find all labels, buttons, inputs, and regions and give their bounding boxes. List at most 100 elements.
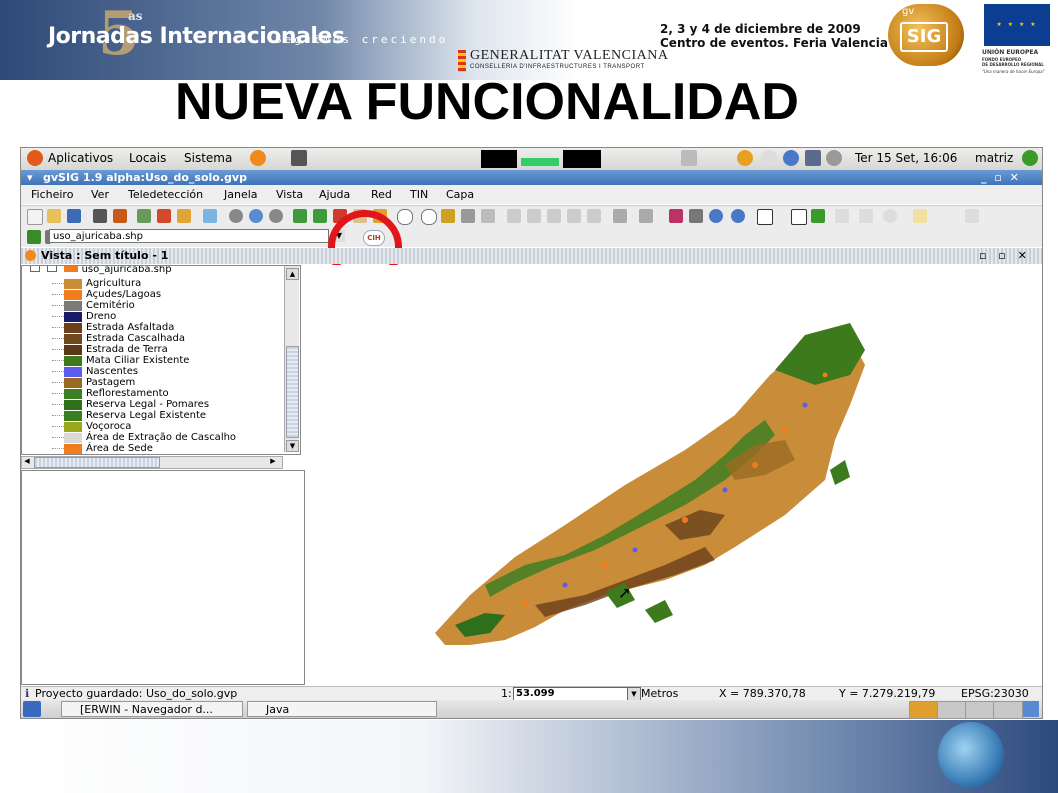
legend-item[interactable]: Área de Sede xyxy=(64,443,153,454)
select-polygon-icon[interactable] xyxy=(547,209,561,223)
window-menu-icon[interactable]: ▾ xyxy=(27,171,33,184)
task-browser[interactable]: [ERWIN - Navegador d... xyxy=(61,701,243,717)
expand-icon[interactable] xyxy=(30,266,40,272)
menu-teledeteccion[interactable]: Teledetección xyxy=(128,188,203,201)
view-frame-titlebar[interactable]: Vista : Sem título - 1 ▫ ▫ ✕ xyxy=(21,248,1042,264)
volume-icon[interactable] xyxy=(826,150,842,166)
legend-item[interactable]: Estrada Asfaltada xyxy=(64,322,174,333)
remove-layer-icon[interactable] xyxy=(157,209,171,223)
open-folder-icon[interactable] xyxy=(47,209,61,223)
trash-icon[interactable] xyxy=(1023,701,1039,717)
pan-hand-icon[interactable] xyxy=(397,209,413,225)
screenshot-icon[interactable] xyxy=(681,150,697,166)
menu-capa[interactable]: Capa xyxy=(446,188,474,201)
legend-item[interactable]: Área de Extração de Cascalho xyxy=(64,432,236,443)
snap-icon[interactable] xyxy=(859,209,873,223)
locator-icon[interactable] xyxy=(709,209,723,223)
workspace-3[interactable] xyxy=(965,701,995,719)
scale-input[interactable]: 53.099 xyxy=(513,687,629,701)
edit-layer-icon[interactable] xyxy=(27,230,41,244)
legend-item[interactable]: Reserva Legal - Pomares xyxy=(64,399,209,410)
legend-item[interactable]: Cemitério xyxy=(64,300,135,311)
view-frame-controls[interactable]: ▫ ▫ ✕ xyxy=(979,249,1031,262)
workspace-2[interactable] xyxy=(937,701,967,719)
toc-vertical-scrollbar[interactable]: ▲ ▼ xyxy=(284,266,299,452)
scroll-left-icon[interactable]: ◀ xyxy=(22,457,32,466)
legend-item[interactable]: Voçoroca xyxy=(64,421,131,432)
clock[interactable]: Ter 15 Set, 16:06 xyxy=(855,151,957,165)
menu-ver[interactable]: Ver xyxy=(91,188,109,201)
table-of-contents[interactable]: uso_ajuricaba.shp Agricultura Açudes/Lago… xyxy=(21,265,301,455)
legend-item[interactable]: Pastagem xyxy=(64,377,135,388)
zoom-raster-icon[interactable] xyxy=(731,209,745,223)
map-canvas[interactable]: ➚ xyxy=(305,265,1042,683)
zoom-in-icon[interactable] xyxy=(229,209,243,223)
menu-applications[interactable]: Aplicativos xyxy=(48,151,113,165)
select-polyline-icon[interactable] xyxy=(567,209,581,223)
gnome-foot-icon[interactable] xyxy=(27,150,43,166)
menu-ficheiro[interactable]: Ficheiro xyxy=(31,188,73,201)
scale-dropdown-icon[interactable]: ▼ xyxy=(627,687,641,701)
network-icon[interactable] xyxy=(783,150,799,166)
hyperlink-icon[interactable] xyxy=(481,209,495,223)
clear-selection-icon[interactable] xyxy=(613,209,627,223)
window-toggle-icon[interactable] xyxy=(965,209,979,223)
zoom-full-icon[interactable] xyxy=(293,209,307,223)
layout-template-icon[interactable] xyxy=(791,209,807,225)
legend-item[interactable]: Açudes/Lagoas xyxy=(64,289,161,300)
scroll-down-icon[interactable]: ▼ xyxy=(286,440,299,452)
menu-tin[interactable]: TIN xyxy=(410,188,428,201)
land-use-map[interactable] xyxy=(305,265,1042,683)
show-desktop-icon[interactable] xyxy=(23,701,41,717)
toc-horizontal-scrollbar[interactable]: ◀ ▶ xyxy=(21,456,283,469)
new-file-icon[interactable] xyxy=(27,209,43,225)
task-java[interactable]: Java xyxy=(247,701,437,717)
toc-layer-row[interactable]: uso_ajuricaba.shp xyxy=(30,266,172,275)
menu-janela[interactable]: Janela xyxy=(224,188,258,201)
legend-item[interactable]: Agricultura xyxy=(64,278,141,289)
menu-ajuda[interactable]: Ajuda xyxy=(319,188,350,201)
print-layout-icon[interactable] xyxy=(757,209,773,225)
active-layer-select[interactable]: uso_ajuricaba.shp ▼ xyxy=(49,229,345,243)
workspace-4[interactable] xyxy=(993,701,1023,719)
add-layer-icon[interactable] xyxy=(113,209,127,223)
script-icon[interactable] xyxy=(913,209,927,223)
table-icon[interactable] xyxy=(177,209,191,223)
save-icon[interactable] xyxy=(67,209,81,223)
menu-red[interactable]: Red xyxy=(371,188,392,201)
legend-item[interactable]: Reflorestamento xyxy=(64,388,169,399)
legend-item[interactable]: Nascentes xyxy=(64,366,138,377)
measure-distance-icon[interactable] xyxy=(441,209,455,223)
measure-area-icon[interactable] xyxy=(461,209,475,223)
menu-system[interactable]: Sistema xyxy=(184,151,232,165)
toc-scroll-thumb[interactable] xyxy=(286,346,299,438)
view-icon[interactable] xyxy=(93,209,107,223)
edit-icon[interactable] xyxy=(835,209,849,223)
zoom-layer-icon[interactable] xyxy=(313,209,327,223)
workspace-1[interactable] xyxy=(909,701,939,719)
layer-properties-icon[interactable] xyxy=(137,209,151,223)
layout-add-icon[interactable] xyxy=(811,209,825,223)
zoom-out-icon[interactable] xyxy=(269,209,283,223)
select-rect-icon[interactable] xyxy=(527,209,541,223)
display-icon[interactable] xyxy=(805,150,821,166)
terminal-icon[interactable] xyxy=(291,150,307,166)
legend-item[interactable]: Estrada Cascalhada xyxy=(64,333,185,344)
legend-item[interactable]: Dreno xyxy=(64,311,116,322)
legend-item[interactable]: Reserva Legal Existente xyxy=(64,410,206,421)
layer-checkbox[interactable] xyxy=(47,266,58,272)
zoom-window-icon[interactable] xyxy=(249,209,263,223)
search-tool-icon[interactable] xyxy=(883,209,897,223)
user-name[interactable]: matriz xyxy=(975,151,1013,165)
geoprocess-icon[interactable] xyxy=(669,209,683,223)
info-icon[interactable] xyxy=(421,209,437,225)
legend-item[interactable]: Estrada de Terra xyxy=(64,344,168,355)
legend-item[interactable]: Mata Ciliar Existente xyxy=(64,355,189,366)
firefox-icon[interactable] xyxy=(250,150,266,166)
scroll-right-icon[interactable]: ▶ xyxy=(268,457,278,466)
window-controls[interactable]: _ ▫ ✕ xyxy=(981,171,1021,184)
select-circle-icon[interactable] xyxy=(587,209,601,223)
menu-vista[interactable]: Vista xyxy=(276,188,303,201)
menu-places[interactable]: Locais xyxy=(129,151,166,165)
invert-selection-icon[interactable] xyxy=(639,209,653,223)
